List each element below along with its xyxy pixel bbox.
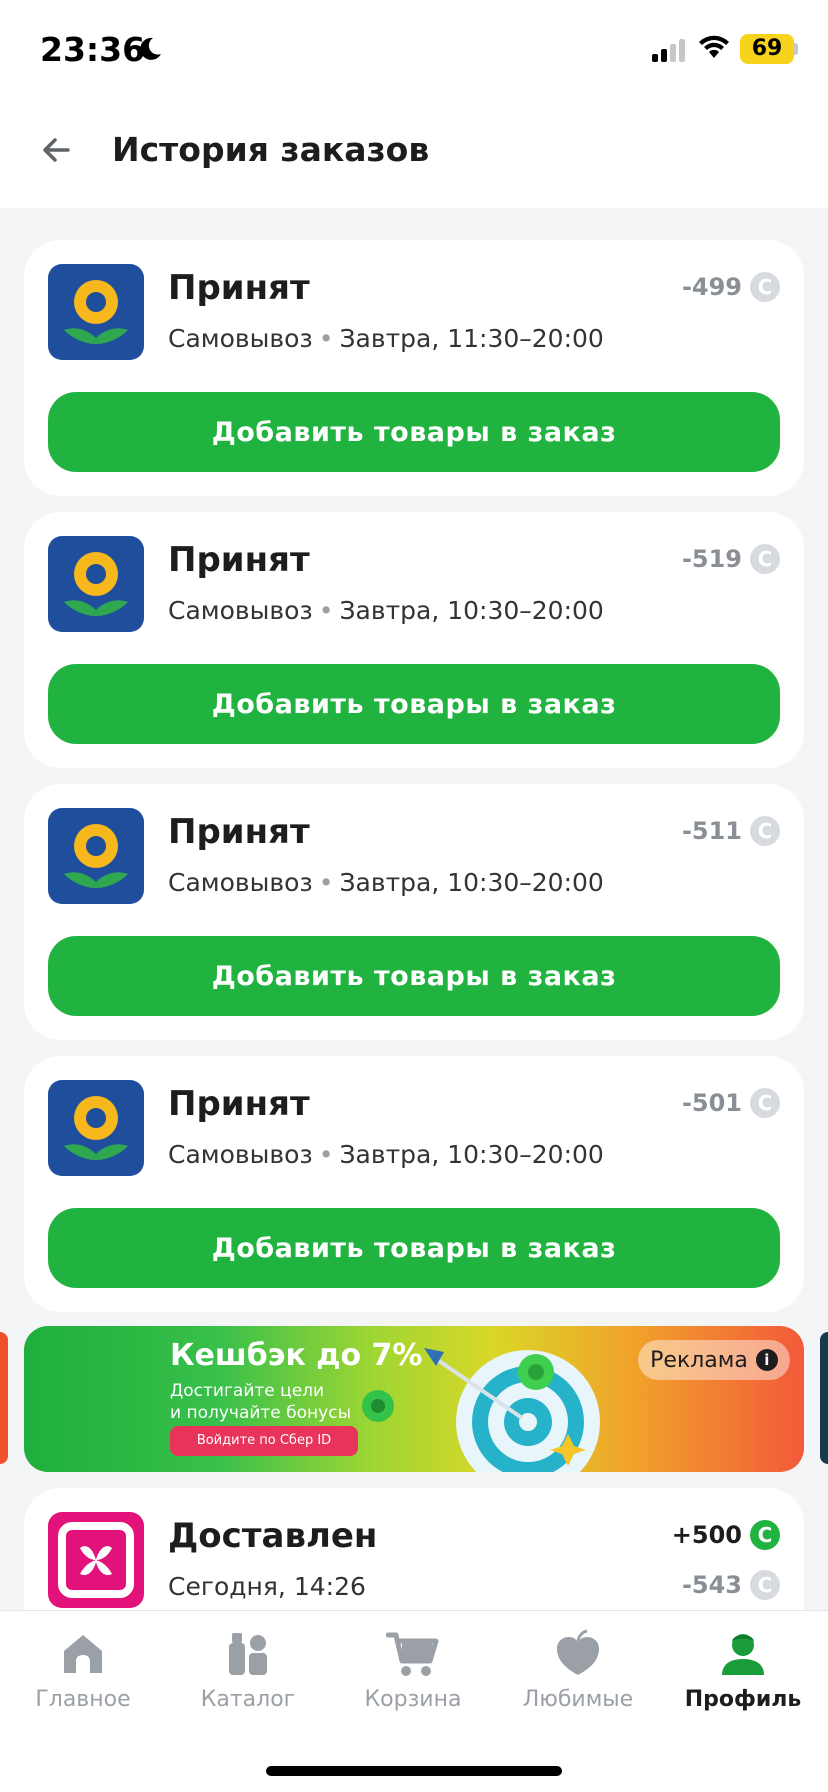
home-indicator [266,1766,562,1776]
bonus-coin-icon: C [750,1088,780,1118]
battery-tip [794,43,798,55]
delivery-type: Самовывоз [168,596,313,625]
bonus-spent-row: -543 C [682,1570,780,1600]
banner-text: Достигайте цели и получайте бонусы [170,1380,390,1424]
order-details: Самовывоз • Завтра, 11:30–20:00 [168,324,604,353]
cashback-banner[interactable]: Кешбэк до 7% Достигайте цели и получайте… [24,1326,804,1472]
order-status: Принят [168,540,310,580]
store-logo [48,1080,144,1176]
moon-icon [140,37,161,60]
bonus-earned-value: +500 [671,1521,742,1549]
status-bar: 23:36 69 [0,0,828,100]
bonus-row: -501 C [682,1088,780,1118]
order-card[interactable]: Принят Самовывоз • Завтра, 10:30–20:00 -50… [24,1056,804,1312]
page-header: История заказов [0,100,828,208]
banner-title: Кешбэк до 7% [170,1338,423,1373]
order-status: Принят [168,1084,310,1124]
bonus-earned-row: +500 C [672,1520,780,1550]
bonus-coin-icon: C [750,816,780,846]
store-logo [48,1512,144,1608]
order-details: Самовывоз • Завтра, 10:30–20:00 [168,1140,604,1169]
bonus-spent-value: -543 [681,1571,742,1599]
bonus-row: -511 C [682,816,780,846]
page-title: История заказов [112,130,430,169]
tab-label: Главное [35,1687,131,1712]
tab-label: Профиль [684,1687,802,1712]
bonus-value: -519 [681,545,742,573]
delivery-type: Самовывоз [168,324,313,353]
order-status: Доставлен [168,1516,378,1556]
delivery-time: Завтра, 10:30–20:00 [339,596,604,625]
delivery-time: Завтра, 11:30–20:00 [339,324,604,353]
bottom-tab-bar: Главное Каталог Корзина Любимые Профиль [0,1610,828,1792]
promo-carousel[interactable]: Кешбэк до 7% Достигайте цели и получайте… [0,1326,828,1472]
delivery-time: Сегодня, 14:26 [168,1572,366,1601]
delivery-type: Самовывоз [168,868,313,897]
coin-illustration [362,1390,394,1422]
banner-peek-previous[interactable] [0,1332,8,1464]
wifi-icon [699,35,729,58]
catalog-icon [229,1633,267,1675]
delivery-time: Завтра, 10:30–20:00 [339,868,604,897]
back-arrow-icon[interactable] [36,130,76,170]
ad-label-text: Реклама [650,1347,748,1373]
order-status: Принят [168,812,310,852]
separator-dot: • [318,596,334,625]
order-details: Сегодня, 14:26 [168,1572,366,1601]
delivery-time: Завтра, 10:30–20:00 [339,1140,604,1169]
battery-indicator: 69 [740,34,794,64]
separator-dot: • [318,1140,334,1169]
status-time: 23:36 [40,30,146,69]
tab-home[interactable]: Главное [0,1629,166,1739]
sber-id-login-button[interactable]: Войдите по Сбер ID [170,1426,358,1456]
bonus-row: -519 C [682,544,780,574]
bonus-value: -501 [681,1089,742,1117]
add-items-button[interactable]: Добавить товары в заказ [48,392,780,472]
target-illustration [424,1348,600,1472]
separator-dot: • [318,324,334,353]
add-items-button[interactable]: Добавить товары в заказ [48,664,780,744]
store-logo [48,264,144,360]
info-icon: i [755,1349,778,1371]
delivery-type: Самовывоз [168,1140,313,1169]
bonus-coin-icon: C [750,272,780,302]
separator-dot: • [318,868,334,897]
bonus-row: -499 C [682,272,780,302]
home-icon [64,1635,102,1673]
store-logo [48,536,144,632]
ad-label[interactable]: Реклама i [638,1340,790,1380]
order-card[interactable]: Принят Самовывоз • Завтра, 10:30–20:00 -51… [24,784,804,1040]
add-items-button[interactable]: Добавить товары в заказ [48,1208,780,1288]
tab-catalog[interactable]: Каталог [165,1629,331,1739]
banner-text-line: и получайте бонусы [170,1403,351,1423]
bonus-coin-icon: C [750,544,780,574]
profile-icon [722,1634,764,1675]
bonus-value: -511 [681,817,742,845]
bonus-coin-icon: C [750,1570,780,1600]
cart-icon [386,1632,439,1676]
bonus-value: -499 [681,273,742,301]
bonus-coin-icon: C [750,1520,780,1550]
tab-label: Любимые [522,1687,634,1712]
tab-label: Каталог [200,1687,296,1712]
tab-favorites[interactable]: Любимые [495,1629,661,1739]
order-details: Самовывоз • Завтра, 10:30–20:00 [168,868,604,897]
order-card[interactable]: Принят Самовывоз • Завтра, 11:30–20:00 -49… [24,240,804,496]
tab-label: Корзина [364,1687,462,1712]
order-status: Принят [168,268,310,308]
tab-cart[interactable]: Корзина [330,1629,496,1739]
add-items-button[interactable]: Добавить товары в заказ [48,936,780,1016]
cellular-signal-icon [652,39,685,62]
banner-text-line: Достигайте цели [170,1381,325,1401]
order-details: Самовывоз • Завтра, 10:30–20:00 [168,596,604,625]
banner-peek-next[interactable] [820,1332,828,1464]
order-card[interactable]: Принят Самовывоз • Завтра, 10:30–20:00 -51… [24,512,804,768]
tab-profile[interactable]: Профиль [660,1629,826,1739]
heart-apple-icon [557,1629,599,1675]
store-logo [48,808,144,904]
